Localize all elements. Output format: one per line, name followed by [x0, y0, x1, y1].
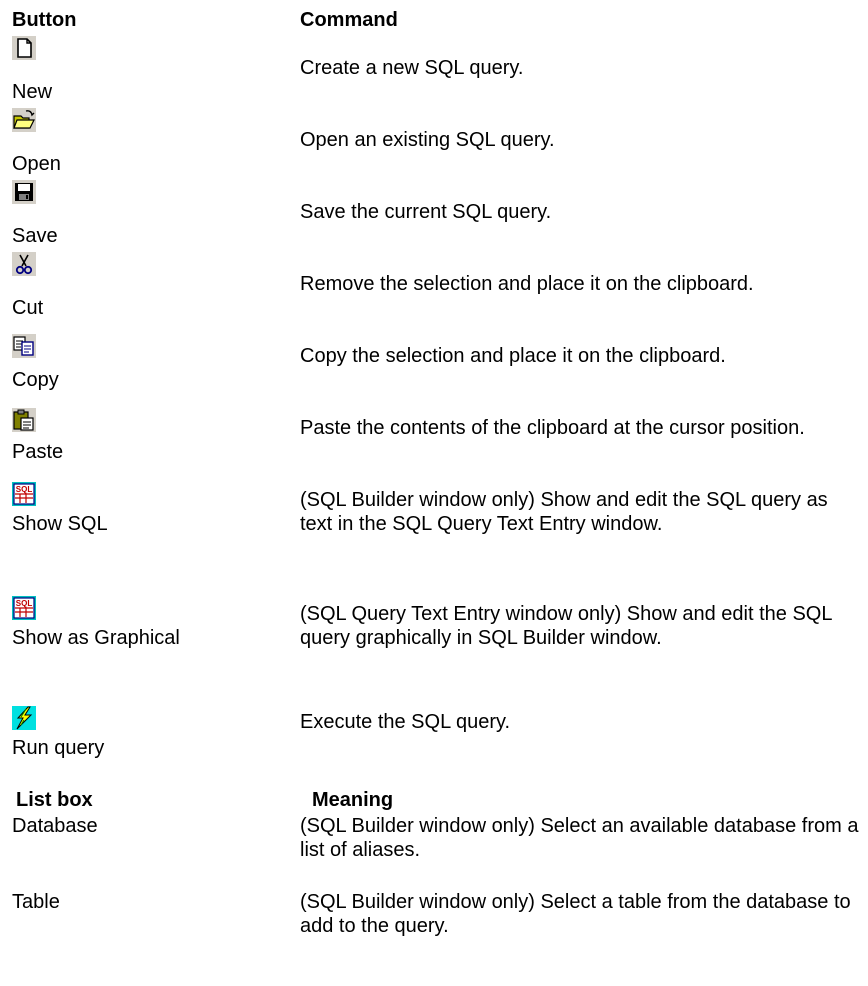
open-folder-icon: [12, 108, 36, 132]
button-label-save: Save: [12, 225, 58, 247]
scissors-cut-icon: [12, 252, 36, 276]
lightning-run-icon: [12, 706, 36, 730]
command-cut: Remove the selection and place it on the…: [300, 273, 754, 295]
button-label-open: Open: [12, 153, 61, 175]
command-new: Create a new SQL query.: [300, 57, 524, 79]
command-run-query: Execute the SQL query.: [300, 711, 511, 733]
meaning-column-header: Meaning: [312, 789, 394, 811]
button-label-paste: Paste: [12, 441, 64, 463]
listbox-name-database: Database: [12, 815, 98, 837]
button-label-new: New: [12, 81, 53, 103]
save-disk-icon: [12, 180, 36, 204]
command-show-as-graphical: (SQL Query Text Entry window only) Show …: [300, 603, 832, 649]
svg-text:SQL: SQL: [16, 599, 33, 608]
meaning-database: (SQL Builder window only) Select an avai…: [300, 815, 859, 861]
command-copy: Copy the selection and place it on the c…: [300, 345, 726, 367]
copy-pages-icon: [12, 334, 36, 358]
command-paste: Paste the contents of the clipboard at t…: [300, 417, 805, 439]
meaning-table: (SQL Builder window only) Select a table…: [300, 891, 851, 937]
sql-grid-icon: SQL: [12, 596, 36, 620]
svg-text:SQL: SQL: [16, 485, 33, 494]
button-label-show-as-graphical: Show as Graphical: [12, 627, 180, 649]
command-column-header: Command: [300, 9, 398, 31]
new-document-icon: [12, 36, 36, 60]
button-column-header: Button: [12, 9, 77, 31]
button-label-run-query: Run query: [12, 737, 105, 759]
sql-grid-icon: SQL: [12, 482, 36, 506]
listbox-name-table: Table: [12, 891, 60, 913]
command-save: Save the current SQL query.: [300, 201, 552, 223]
command-show-sql: (SQL Builder window only) Show and edit …: [300, 489, 828, 535]
listbox-column-header: List box: [16, 789, 93, 811]
clipboard-paste-icon: [12, 408, 36, 432]
button-label-cut: Cut: [12, 297, 44, 319]
button-label-copy: Copy: [12, 369, 59, 391]
button-label-show-sql: Show SQL: [12, 513, 108, 535]
command-open: Open an existing SQL query.: [300, 129, 555, 151]
